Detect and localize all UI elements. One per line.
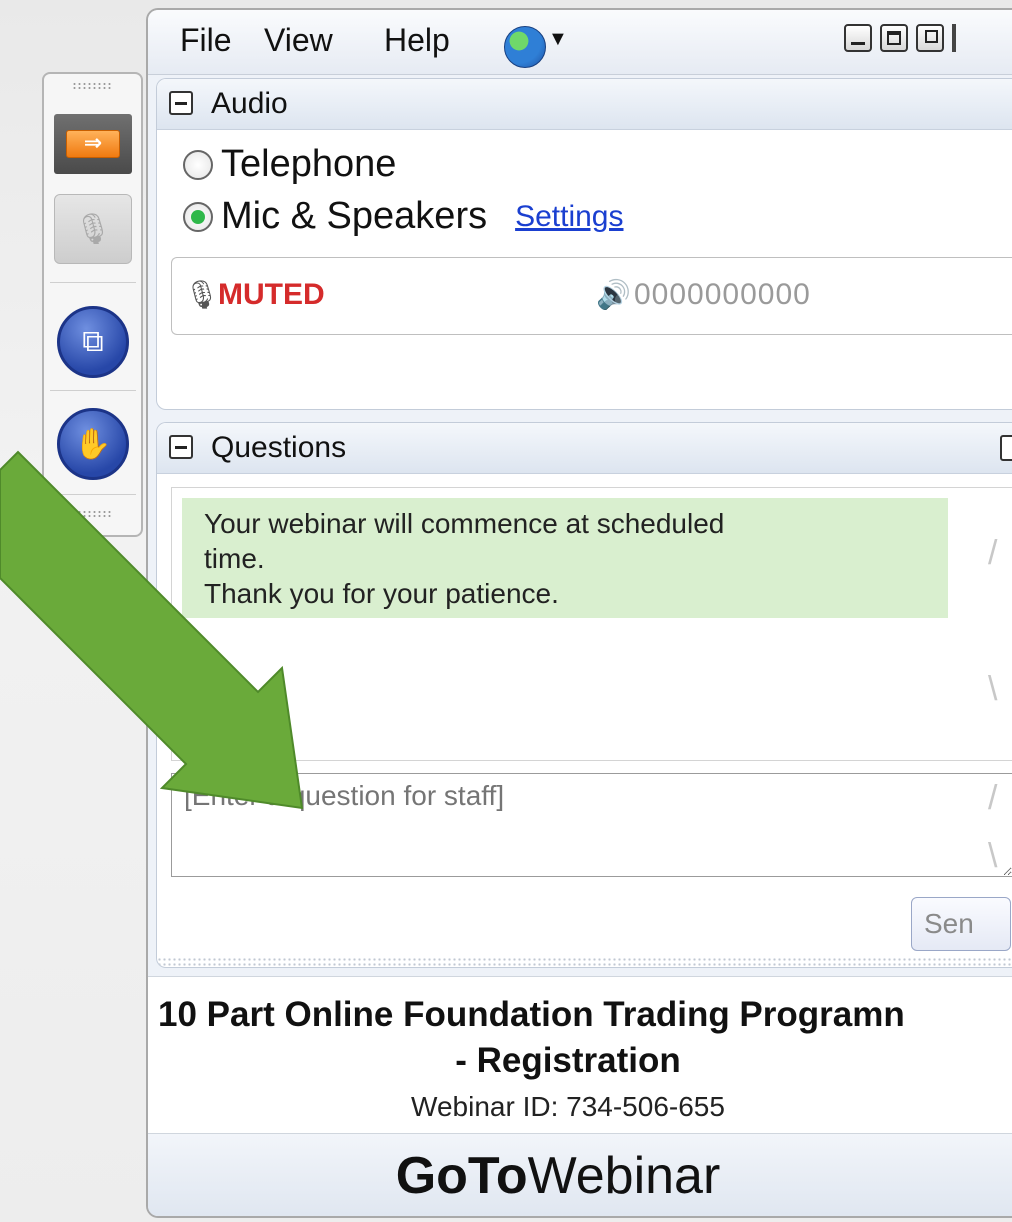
globe-icon[interactable] xyxy=(504,26,546,68)
toolbar-divider xyxy=(50,282,136,283)
questions-title: Questions xyxy=(211,431,347,464)
logo-light: Webinar xyxy=(527,1147,721,1205)
mic-speakers-option[interactable]: Mic & Speakers Settings xyxy=(183,195,624,238)
menu-help[interactable]: Help xyxy=(384,22,450,59)
telephone-label: Telephone xyxy=(221,143,397,185)
menu-view[interactable]: View xyxy=(264,22,333,59)
microphone-icon: 🎙 xyxy=(73,212,113,246)
control-panel: File View Help ▼ Audio Telephone Mic & S… xyxy=(146,8,1012,1218)
menu-bar: File View Help ▼ xyxy=(148,10,1012,75)
mic-speakers-radio[interactable] xyxy=(183,201,213,232)
webinar-id: Webinar ID: 734-506-655 xyxy=(411,1091,725,1122)
audio-title: Audio xyxy=(211,87,288,120)
webinar-subtitle: - Registration xyxy=(455,1041,681,1080)
collapse-audio-icon[interactable] xyxy=(169,91,193,115)
toggle-panel-button[interactable]: ⇒ xyxy=(54,114,132,174)
side-toolbar: ⇒ 🎙 ⧉ ✋ xyxy=(42,72,143,537)
audio-header: Audio xyxy=(157,79,1012,130)
scroll-down-icon[interactable]: \ xyxy=(988,672,1008,706)
input-scroll-up-icon[interactable]: / xyxy=(988,781,1008,815)
message-line: Thank you for your patience. xyxy=(204,578,559,609)
audio-status-box: 🎙 MUTED 🔊 0000000000 xyxy=(171,257,1012,335)
resize-grip[interactable] xyxy=(157,957,1012,967)
speaker-icon: 🔊 xyxy=(596,279,631,310)
window-control-edge xyxy=(952,24,956,52)
audio-level-readout: 0000000000 xyxy=(634,278,811,311)
scroll-up-icon[interactable]: / xyxy=(988,536,1008,570)
staff-message: Your webinar will commence at scheduled … xyxy=(182,498,948,618)
toolbar-grip-bottom[interactable] xyxy=(72,510,112,518)
raise-hand-icon: ✋ xyxy=(57,408,129,480)
microphone-muted-icon: 🎙 xyxy=(184,279,220,310)
webinar-title: 10 Part Online Foundation Trading Progra… xyxy=(158,995,905,1034)
windows-icon: ⧉ xyxy=(57,306,129,378)
brand-bar: GoToWebinar xyxy=(148,1134,1012,1216)
questions-log[interactable]: Your webinar will commence at scheduled … xyxy=(171,487,1012,761)
audio-section: Audio Telephone Mic & Speakers Settings … xyxy=(156,78,1012,410)
logo-bold: GoTo xyxy=(395,1147,528,1205)
webinar-info: 10 Part Online Foundation Trading Progra… xyxy=(148,976,1012,1134)
microphone-button[interactable]: 🎙 xyxy=(54,194,132,264)
message-line: time. xyxy=(204,543,265,574)
minimize-icon[interactable] xyxy=(844,24,872,52)
menu-file[interactable]: File xyxy=(180,22,232,59)
telephone-option[interactable]: Telephone xyxy=(183,143,396,186)
settings-link[interactable]: Settings xyxy=(515,200,623,234)
maximize-icon[interactable] xyxy=(880,24,908,52)
popout-icon[interactable] xyxy=(1000,435,1012,461)
mic-speakers-label: Mic & Speakers xyxy=(221,195,488,237)
question-input[interactable] xyxy=(171,773,1012,877)
questions-section: Questions Your webinar will commence at … xyxy=(156,422,1012,968)
questions-header: Questions xyxy=(157,423,1012,474)
restore-icon[interactable] xyxy=(916,24,944,52)
toolbar-divider xyxy=(50,494,136,495)
toolbar-grip-top[interactable] xyxy=(72,82,112,90)
arrow-right-icon: ⇒ xyxy=(66,130,120,158)
gotowebinar-logo: GoToWebinar xyxy=(148,1146,968,1206)
telephone-radio[interactable] xyxy=(183,149,213,180)
toolbar-divider xyxy=(50,390,136,391)
mute-status: MUTED xyxy=(218,278,325,311)
message-line: Your webinar will commence at scheduled xyxy=(204,508,725,539)
input-scroll-down-icon[interactable]: \ xyxy=(988,839,1008,873)
chevron-down-icon[interactable]: ▼ xyxy=(548,28,568,51)
raise-hand-button[interactable]: ✋ xyxy=(54,408,132,480)
windows-button[interactable]: ⧉ xyxy=(54,306,132,378)
collapse-questions-icon[interactable] xyxy=(169,435,193,459)
send-button[interactable]: Sen xyxy=(911,897,1011,951)
